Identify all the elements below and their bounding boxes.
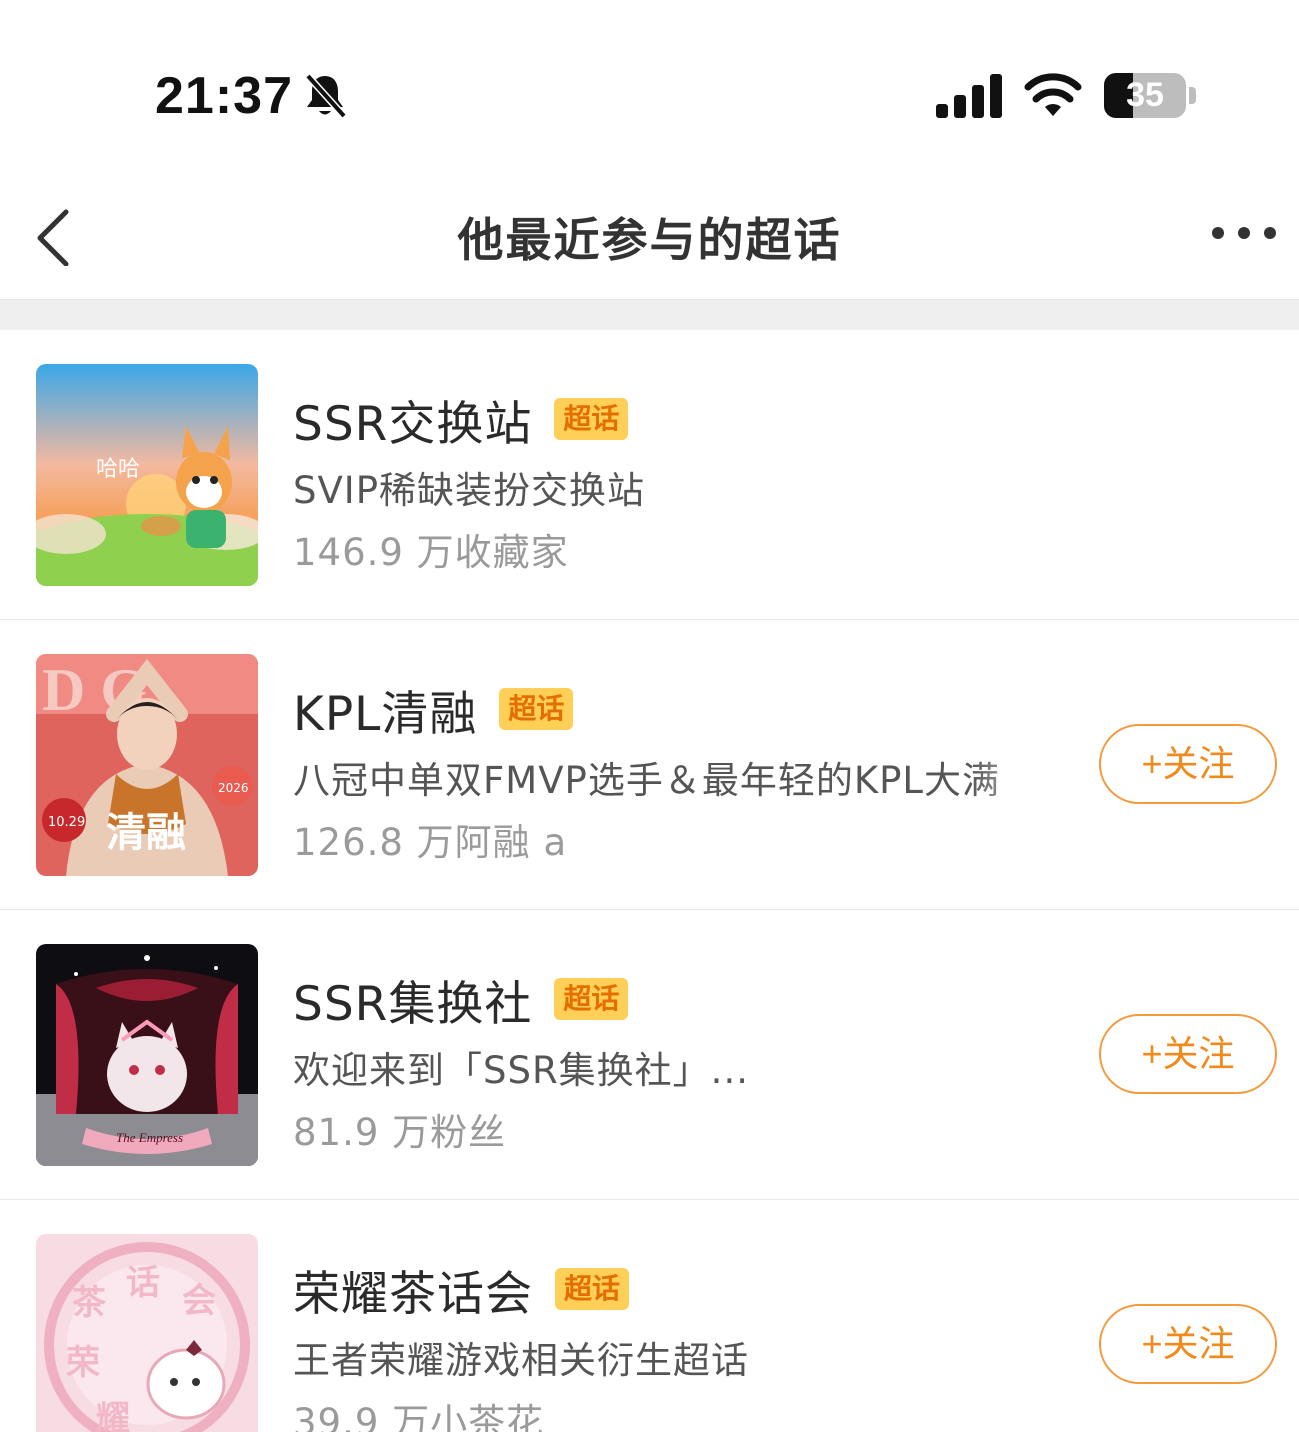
topic-name-row: SSR交换站 超话 [293,388,629,452]
status-bar: 21:37 35 [0,0,1299,190]
super-topic-badge: 超话 [499,688,574,730]
svg-text:10.29: 10.29 [48,815,85,830]
topic-description: 八冠中单双FMVP选手＆最年轻的KPL大满 [293,759,1001,802]
status-time: 21:37 [155,67,293,125]
topic-item-kpl-qingrong[interactable]: D G 清融 10.29 2026 KPL清融 超话 八冠中单双FMVP选手＆最 [0,620,1299,910]
topic-name-row: 荣耀茶话会 超话 [293,1258,630,1322]
super-topic-badge: 超话 [554,398,629,440]
topic-name: KPL清融 [293,686,478,742]
page-title: 他最近参与的超话 [457,213,842,267]
section-divider [0,300,1299,330]
topic-name-row: KPL清融 超话 [293,678,574,742]
follow-button[interactable]: +关注 [1099,1304,1277,1384]
svg-text:耀: 耀 [96,1399,130,1432]
topic-followers: 81.9 万粉丝 [293,1111,507,1154]
topic-name: SSR集换社 [293,976,533,1032]
more-dots-icon[interactable] [1206,218,1282,248]
topic-thumbnail: 茶 话 会 荣 耀 [36,1234,258,1432]
topic-description: SVIP稀缺装扮交换站 [293,469,646,512]
svg-text:2026: 2026 [218,781,249,795]
super-topic-badge: 超话 [555,1268,630,1310]
follow-button[interactable]: +关注 [1099,1014,1277,1094]
topic-thumbnail: 哈哈 [36,364,258,586]
topic-item-honor-tea-party[interactable]: 茶 话 会 荣 耀 荣耀茶话会 超话 王者荣耀游戏相关衍生超话 39.9 万小茶… [0,1200,1299,1432]
battery-icon: 35 [1104,73,1186,118]
svg-text:哈哈: 哈哈 [96,457,140,482]
topic-followers: 126.8 万阿融 a [293,821,568,864]
svg-text:清融: 清融 [106,810,186,856]
bell-muted-icon [305,73,347,119]
follow-button[interactable]: +关注 [1099,724,1277,804]
topic-followers: 39.9 万小茶花 [293,1401,545,1432]
topic-name: 荣耀茶话会 [293,1266,533,1322]
page: 21:37 35 他最近参与的超话 哈哈 SSR交换站 超话 SVIP稀缺装扮交… [0,0,1299,1432]
topic-thumbnail: The Empress [36,944,258,1166]
topic-description: 王者荣耀游戏相关衍生超话 [293,1339,749,1382]
svg-text:The Empress: The Empress [116,1130,183,1145]
topic-item-ssr-exchange[interactable]: 哈哈 SSR交换站 超话 SVIP稀缺装扮交换站 146.9 万收藏家 [0,330,1299,620]
svg-text:茶: 茶 [72,1283,107,1323]
battery-percent: 35 [1126,76,1164,114]
topic-list: 哈哈 SSR交换站 超话 SVIP稀缺装扮交换站 146.9 万收藏家 D G [0,330,1299,1432]
super-topic-badge: 超话 [554,978,629,1020]
battery-cap [1189,87,1196,104]
svg-text:会: 会 [182,1281,216,1321]
svg-text:话: 话 [126,1263,160,1303]
topic-thumbnail: D G 清融 10.29 2026 [36,654,258,876]
topic-name: SSR交换站 [293,396,533,452]
topic-description: 欢迎来到「SSR集换社」... [293,1049,749,1092]
topic-followers: 146.9 万收藏家 [293,531,569,574]
svg-text:荣: 荣 [66,1343,100,1383]
wifi-icon [1024,73,1082,116]
topic-item-ssr-collect[interactable]: The Empress SSR集换社 超话 欢迎来到「SSR集换社」... 81… [0,910,1299,1200]
topic-name-row: SSR集换社 超话 [293,968,629,1032]
nav-bar: 他最近参与的超话 [0,190,1299,300]
signal-icon [936,74,1002,118]
